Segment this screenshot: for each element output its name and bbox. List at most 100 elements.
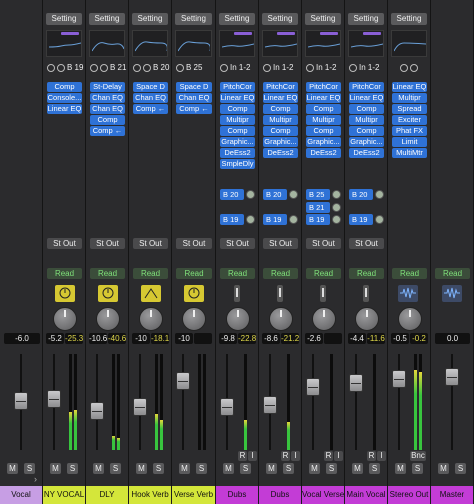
insert-slot[interactable]: Graphic... <box>263 137 298 147</box>
eq-thumbnail[interactable] <box>46 30 82 57</box>
insert-slot[interactable]: Comp <box>263 104 298 114</box>
pan-knob[interactable] <box>312 307 336 331</box>
record-enable-button[interactable]: R <box>281 451 290 461</box>
eq-thumbnail[interactable] <box>175 30 212 57</box>
volume-fader[interactable] <box>445 368 459 386</box>
track-name-label[interactable]: Verse Verb <box>172 486 216 504</box>
peak-display[interactable]: -11.6 <box>367 333 385 344</box>
track-name-label[interactable]: Stereo Out <box>388 486 431 504</box>
pan-knob[interactable] <box>96 307 120 331</box>
input-slot[interactable]: In 1-2 <box>263 63 293 74</box>
gain-plugin-icon[interactable] <box>55 285 75 302</box>
insert-slot[interactable]: Multipr <box>392 93 427 103</box>
send-slot[interactable]: B 19 <box>349 214 373 225</box>
output-slot[interactable]: St Out <box>90 238 125 249</box>
insert-slot[interactable]: St-Delay <box>90 82 125 92</box>
insert-slot[interactable]: Comp <box>349 104 384 114</box>
peak-display[interactable]: -0.2 <box>410 333 428 344</box>
output-slot[interactable]: St Out <box>176 238 212 249</box>
mute-button[interactable]: M <box>136 463 147 474</box>
insert-slot[interactable]: Comp <box>306 126 341 136</box>
input-gain-slider[interactable] <box>234 285 240 302</box>
mute-button[interactable]: M <box>438 463 449 474</box>
volume-fader[interactable] <box>47 390 61 408</box>
peak-display[interactable]: -18.1 <box>151 333 169 344</box>
track-name-label[interactable]: NY VOCAL <box>43 486 86 504</box>
insert-slot[interactable]: Multipr <box>220 115 255 125</box>
insert-slot[interactable]: Comp ← <box>133 104 168 114</box>
insert-slot[interactable]: Chan EQ <box>133 93 168 103</box>
send-level-knob[interactable] <box>332 215 341 224</box>
insert-slot[interactable]: DeEss2 <box>263 148 298 158</box>
solo-button[interactable]: S <box>369 463 380 474</box>
peak-display[interactable]: -40.6 <box>108 333 126 344</box>
gain-plugin-icon[interactable] <box>98 285 118 302</box>
insert-slot[interactable]: Multipr <box>349 115 384 125</box>
record-enable-button[interactable]: R <box>367 451 376 461</box>
insert-slot[interactable]: MultiMtr <box>392 148 427 158</box>
setting-button[interactable]: Setting <box>175 13 212 25</box>
volume-fader[interactable] <box>176 372 190 390</box>
mute-button[interactable]: M <box>223 463 234 474</box>
eq-thumbnail[interactable] <box>89 30 125 57</box>
send-slot[interactable]: B 20 <box>349 189 373 200</box>
track-name-label[interactable]: Main Vocal <box>345 486 388 504</box>
automation-mode[interactable]: Read <box>435 268 470 279</box>
eq-thumbnail[interactable] <box>219 30 255 57</box>
insert-slot[interactable]: PitchCor <box>306 82 341 92</box>
volume-display[interactable]: -8.6 <box>262 333 280 344</box>
mute-button[interactable]: M <box>266 463 277 474</box>
insert-slot[interactable]: SmpleDly <box>220 159 255 169</box>
volume-fader[interactable] <box>220 398 234 416</box>
eq-thumbnail[interactable] <box>391 30 427 57</box>
solo-button[interactable]: S <box>67 463 78 474</box>
volume-display[interactable]: -5.2 <box>46 333 64 344</box>
input-monitor-button[interactable]: I <box>377 451 386 461</box>
solo-button[interactable]: S <box>153 463 164 474</box>
volume-display[interactable]: -9.8 <box>219 333 237 344</box>
insert-slot[interactable]: Comp <box>220 126 255 136</box>
insert-slot[interactable]: Graphic... <box>349 137 384 147</box>
volume-fader[interactable] <box>349 374 363 392</box>
automation-mode[interactable]: Read <box>176 268 212 279</box>
send-level-knob[interactable] <box>289 190 298 199</box>
insert-slot[interactable]: Space D <box>176 82 212 92</box>
automation-mode[interactable]: Read <box>349 268 384 279</box>
insert-slot[interactable]: Linear EQ <box>220 93 255 103</box>
solo-button[interactable]: S <box>24 463 35 474</box>
peak-display[interactable]: -21.2 <box>281 333 299 344</box>
output-slot[interactable]: St Out <box>306 238 341 249</box>
automation-mode[interactable]: Read <box>90 268 125 279</box>
track-name-label[interactable]: Dubs <box>259 486 302 504</box>
input-slot[interactable]: B 21 <box>90 63 126 74</box>
volume-fader[interactable] <box>133 398 147 416</box>
send-slot[interactable]: B 20 <box>263 189 287 200</box>
send-level-knob[interactable] <box>289 215 298 224</box>
bounce-button[interactable]: Bnc <box>410 451 426 461</box>
track-name-label[interactable]: Dubs <box>216 486 259 504</box>
insert-slot[interactable]: Console... <box>47 93 82 103</box>
mute-button[interactable]: M <box>352 463 363 474</box>
gain-plugin-icon[interactable] <box>184 285 204 302</box>
send-slot[interactable]: B 25 <box>306 189 330 200</box>
insert-slot[interactable]: PitchCor <box>220 82 255 92</box>
automation-mode[interactable]: Read <box>306 268 341 279</box>
insert-slot[interactable]: Space D <box>133 82 168 92</box>
eq-thumbnail[interactable] <box>348 30 384 57</box>
insert-slot[interactable]: PitchCor <box>349 82 384 92</box>
volume-fader[interactable] <box>263 396 277 414</box>
send-slot[interactable]: B 21 <box>306 202 330 213</box>
send-slot[interactable]: B 19 <box>263 214 287 225</box>
mute-button[interactable]: M <box>7 463 18 474</box>
input-slot[interactable]: B 20 <box>133 63 169 74</box>
insert-slot[interactable]: Exciter <box>392 115 427 125</box>
peak-display[interactable] <box>324 333 342 344</box>
insert-slot[interactable]: Comp <box>90 115 125 125</box>
insert-slot[interactable]: Linear EQ <box>263 93 298 103</box>
send-level-knob[interactable] <box>332 203 341 212</box>
peak-display[interactable]: -22.8 <box>238 333 256 344</box>
solo-button[interactable]: S <box>412 463 423 474</box>
record-enable-button[interactable]: R <box>324 451 333 461</box>
input-slot[interactable]: B 25 <box>176 63 202 74</box>
insert-slot[interactable]: Multipr <box>263 115 298 125</box>
